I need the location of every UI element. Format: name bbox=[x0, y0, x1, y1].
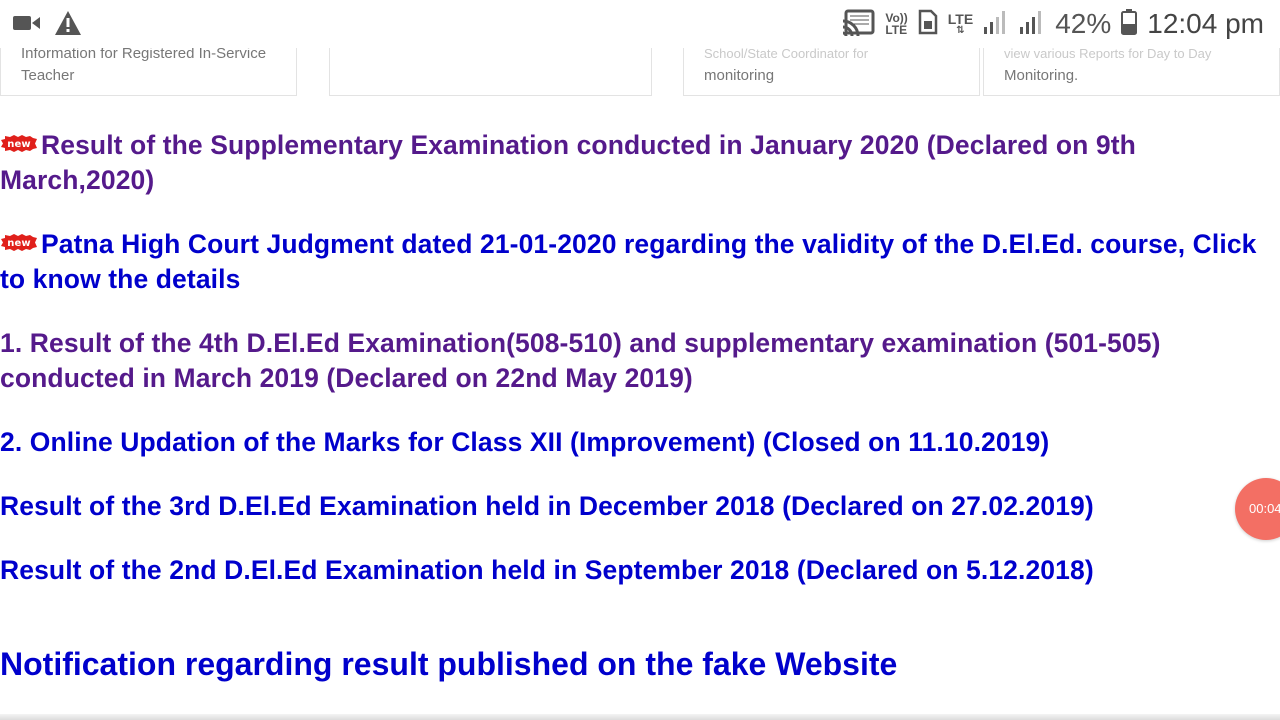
link-text: Result of the 3rd D.El.Ed Examination he… bbox=[0, 491, 1094, 521]
card-text: Information for Registered In-Service Te… bbox=[21, 45, 267, 84]
card-text: monitoring bbox=[704, 67, 775, 84]
new-badge-icon: new bbox=[1, 134, 37, 152]
lte-signal-icon: LTE ⇅ bbox=[947, 11, 974, 36]
clock: 12:04 pm bbox=[1147, 8, 1264, 39]
volte-icon: Vo)) LTE bbox=[885, 12, 907, 36]
video-camera-icon bbox=[12, 13, 42, 38]
battery-icon bbox=[1121, 8, 1138, 40]
link-text: Result of the Supplementary Examination … bbox=[0, 130, 1136, 195]
new-badge-label: new bbox=[7, 139, 30, 150]
sim-icon bbox=[918, 9, 938, 40]
link-text: 1. Result of the 4th D.El.Ed Examination… bbox=[0, 328, 1161, 393]
link-3rd-deled-result[interactable]: Result of the 3rd D.El.Ed Examination he… bbox=[0, 489, 1260, 524]
new-badge-icon: new bbox=[1, 233, 37, 251]
link-2nd-deled-result[interactable]: Result of the 2nd D.El.Ed Examination he… bbox=[0, 553, 1260, 588]
link-online-updation-marks[interactable]: 2. Online Updation of the Marks for Clas… bbox=[0, 425, 1260, 460]
announcement-links: new Result of the Supplementary Examinati… bbox=[0, 128, 1260, 588]
cast-icon bbox=[841, 8, 875, 41]
bottom-divider bbox=[0, 714, 1280, 720]
battery-percent: 42% bbox=[1055, 8, 1112, 39]
link-fake-website-notification[interactable]: Notification regarding result published … bbox=[0, 646, 897, 683]
link-patna-high-court-judgment[interactable]: new Patna High Court Judgment dated 21-01… bbox=[0, 227, 1260, 297]
status-bar: Vo)) LTE LTE ⇅ 42% 12:04 pm bbox=[0, 0, 1280, 48]
card-text: Monitoring. bbox=[1004, 67, 1079, 84]
link-text: 2. Online Updation of the Marks for Clas… bbox=[0, 427, 1050, 457]
signal-icon-2 bbox=[1019, 9, 1045, 40]
lte-label: LTE bbox=[947, 11, 974, 27]
signal-icon-1 bbox=[983, 9, 1009, 40]
link-text: Patna High Court Judgment dated 21-01-20… bbox=[0, 229, 1257, 294]
warning-icon bbox=[54, 10, 82, 41]
new-badge-label: new bbox=[7, 238, 30, 249]
link-4th-deled-result[interactable]: 1. Result of the 4th D.El.Ed Examination… bbox=[0, 326, 1260, 396]
link-supplementary-result[interactable]: new Result of the Supplementary Examinati… bbox=[0, 128, 1260, 198]
volte-bottom-label: LTE bbox=[885, 23, 908, 37]
link-text: Result of the 2nd D.El.Ed Examination he… bbox=[0, 555, 1094, 585]
